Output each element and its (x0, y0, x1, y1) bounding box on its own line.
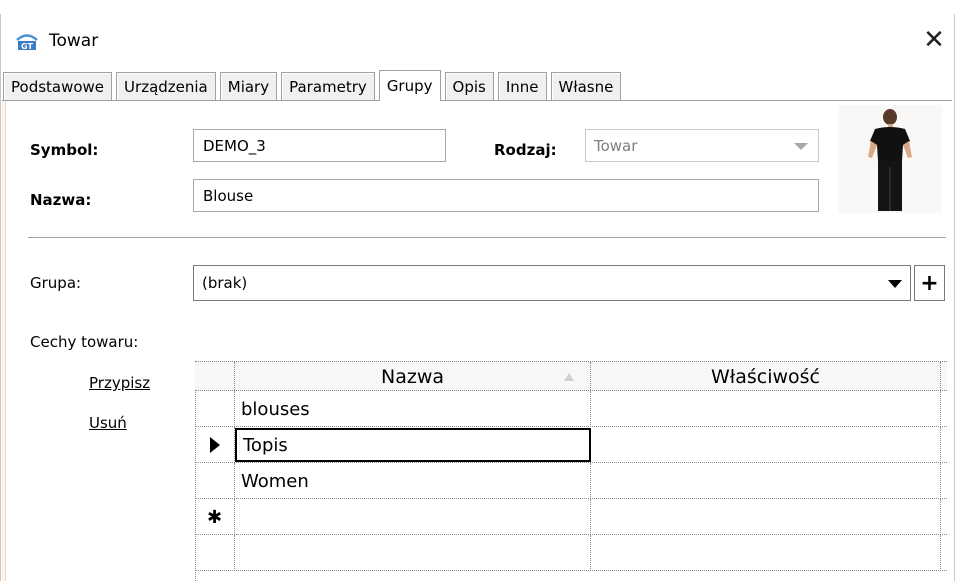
grid-header: Nazwa Właściwość (195, 361, 947, 392)
cell-wlasciwosc[interactable] (591, 391, 941, 427)
app-logo-icon: GT (15, 29, 39, 53)
nazwa-label: Nazwa: (30, 191, 92, 209)
empty-cell (235, 535, 591, 571)
tab-podstawowe[interactable]: Podstawowe (3, 72, 113, 101)
table-row[interactable]: Topis (195, 427, 947, 463)
tab-inne[interactable]: Inne (497, 72, 547, 101)
remove-link[interactable]: Usuń (89, 414, 127, 432)
new-row[interactable]: ✱ (195, 499, 947, 535)
cell-wlasciwosc-new[interactable] (591, 499, 941, 535)
column-header-label: Nazwa (380, 366, 444, 388)
tab-wlasne[interactable]: Własne (550, 72, 622, 101)
cell-nazwa[interactable]: Women (235, 463, 591, 499)
cell-nazwa-selected[interactable]: Topis (235, 428, 591, 462)
symbol-label: Symbol: (30, 141, 99, 159)
tab-urzadzenia[interactable]: Urządzenia (116, 72, 216, 101)
chevron-down-icon (794, 143, 808, 150)
features-grid: Nazwa Właściwość blouses Topis Women ✱ (195, 361, 947, 581)
cell-wlasciwosc[interactable] (591, 427, 941, 463)
section-divider (28, 237, 946, 239)
cell-wlasciwosc[interactable] (591, 463, 941, 499)
cell-nazwa-new[interactable] (235, 499, 591, 535)
rodzaj-value: Towar (594, 136, 638, 155)
tab-opis[interactable]: Opis (444, 72, 494, 101)
table-row[interactable]: blouses (195, 391, 947, 427)
cechy-label: Cechy towaru: (30, 333, 139, 351)
column-header-wlasciwosc[interactable]: Właściwość (591, 362, 941, 392)
tab-bar: Podstawowe Urządzenia Miary Parametry Gr… (3, 70, 625, 101)
assign-link[interactable]: Przypisz (89, 374, 150, 392)
tab-grupy[interactable]: Grupy (378, 70, 441, 101)
window-title: Towar (49, 30, 99, 51)
svg-text:GT: GT (21, 42, 33, 51)
column-header-nazwa[interactable]: Nazwa (235, 362, 591, 392)
grupa-value: (brak) (202, 274, 248, 292)
grupa-select[interactable]: (brak) (193, 265, 911, 301)
cell-nazwa[interactable]: blouses (235, 391, 591, 427)
header-indicator-cell (195, 362, 235, 392)
row-indicator (195, 427, 235, 463)
empty-row (195, 535, 947, 571)
sort-ascending-icon (564, 373, 574, 381)
row-indicator (195, 535, 235, 571)
rodzaj-label: Rodzaj: (494, 141, 557, 159)
asterisk-icon: ✱ (195, 499, 235, 535)
row-indicator (195, 463, 235, 499)
column-header-label: Właściwość (711, 366, 820, 388)
row-indicator (195, 391, 235, 427)
product-image (838, 105, 942, 213)
title-bar: GT Towar ✕ (1, 14, 954, 67)
chevron-down-icon[interactable] (888, 280, 902, 288)
rodzaj-select: Towar (585, 129, 819, 162)
symbol-field[interactable]: DEMO_3 (193, 129, 446, 162)
close-icon[interactable]: ✕ (918, 24, 950, 56)
table-row[interactable]: Women (195, 463, 947, 499)
panel-edge (2, 101, 6, 581)
grupa-label: Grupa: (30, 274, 82, 292)
nazwa-field[interactable]: Blouse (193, 179, 819, 212)
empty-cell (591, 535, 941, 571)
tab-miary[interactable]: Miary (219, 72, 278, 101)
tab-parametry[interactable]: Parametry (281, 72, 375, 101)
add-group-button[interactable]: + (914, 265, 945, 301)
row-pointer-icon (209, 437, 220, 453)
